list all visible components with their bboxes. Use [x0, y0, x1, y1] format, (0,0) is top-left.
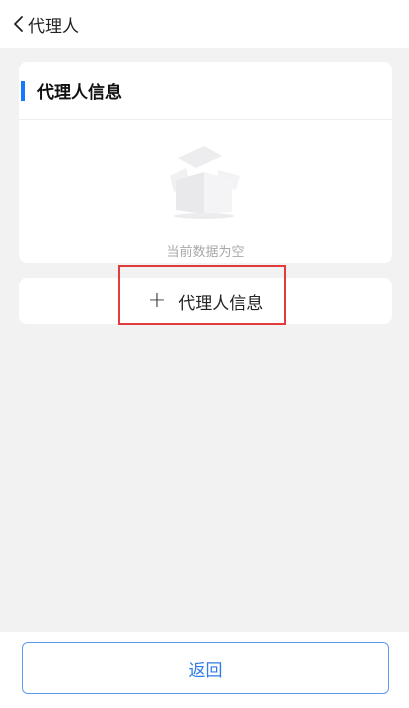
empty-state: 当前数据为空	[19, 120, 392, 263]
title-accent-bar	[21, 80, 25, 101]
return-button[interactable]: 返回	[22, 642, 389, 694]
agent-info-card: 代理人信息 当前数据为空	[19, 62, 392, 263]
bottom-bar: 返回	[0, 632, 409, 708]
card-header: 代理人信息	[19, 62, 392, 120]
add-agent-info-button[interactable]: + 代理人信息	[19, 278, 392, 324]
chevron-left-icon[interactable]	[12, 15, 26, 33]
plus-icon: +	[147, 288, 167, 313]
add-agent-info-label: 代理人信息	[178, 293, 264, 314]
empty-box-icon	[164, 140, 244, 220]
nav-bar: 代理人	[0, 0, 409, 48]
page-title: 代理人	[28, 16, 79, 37]
card-title: 代理人信息	[37, 83, 122, 103]
empty-text: 当前数据为空	[166, 245, 245, 260]
